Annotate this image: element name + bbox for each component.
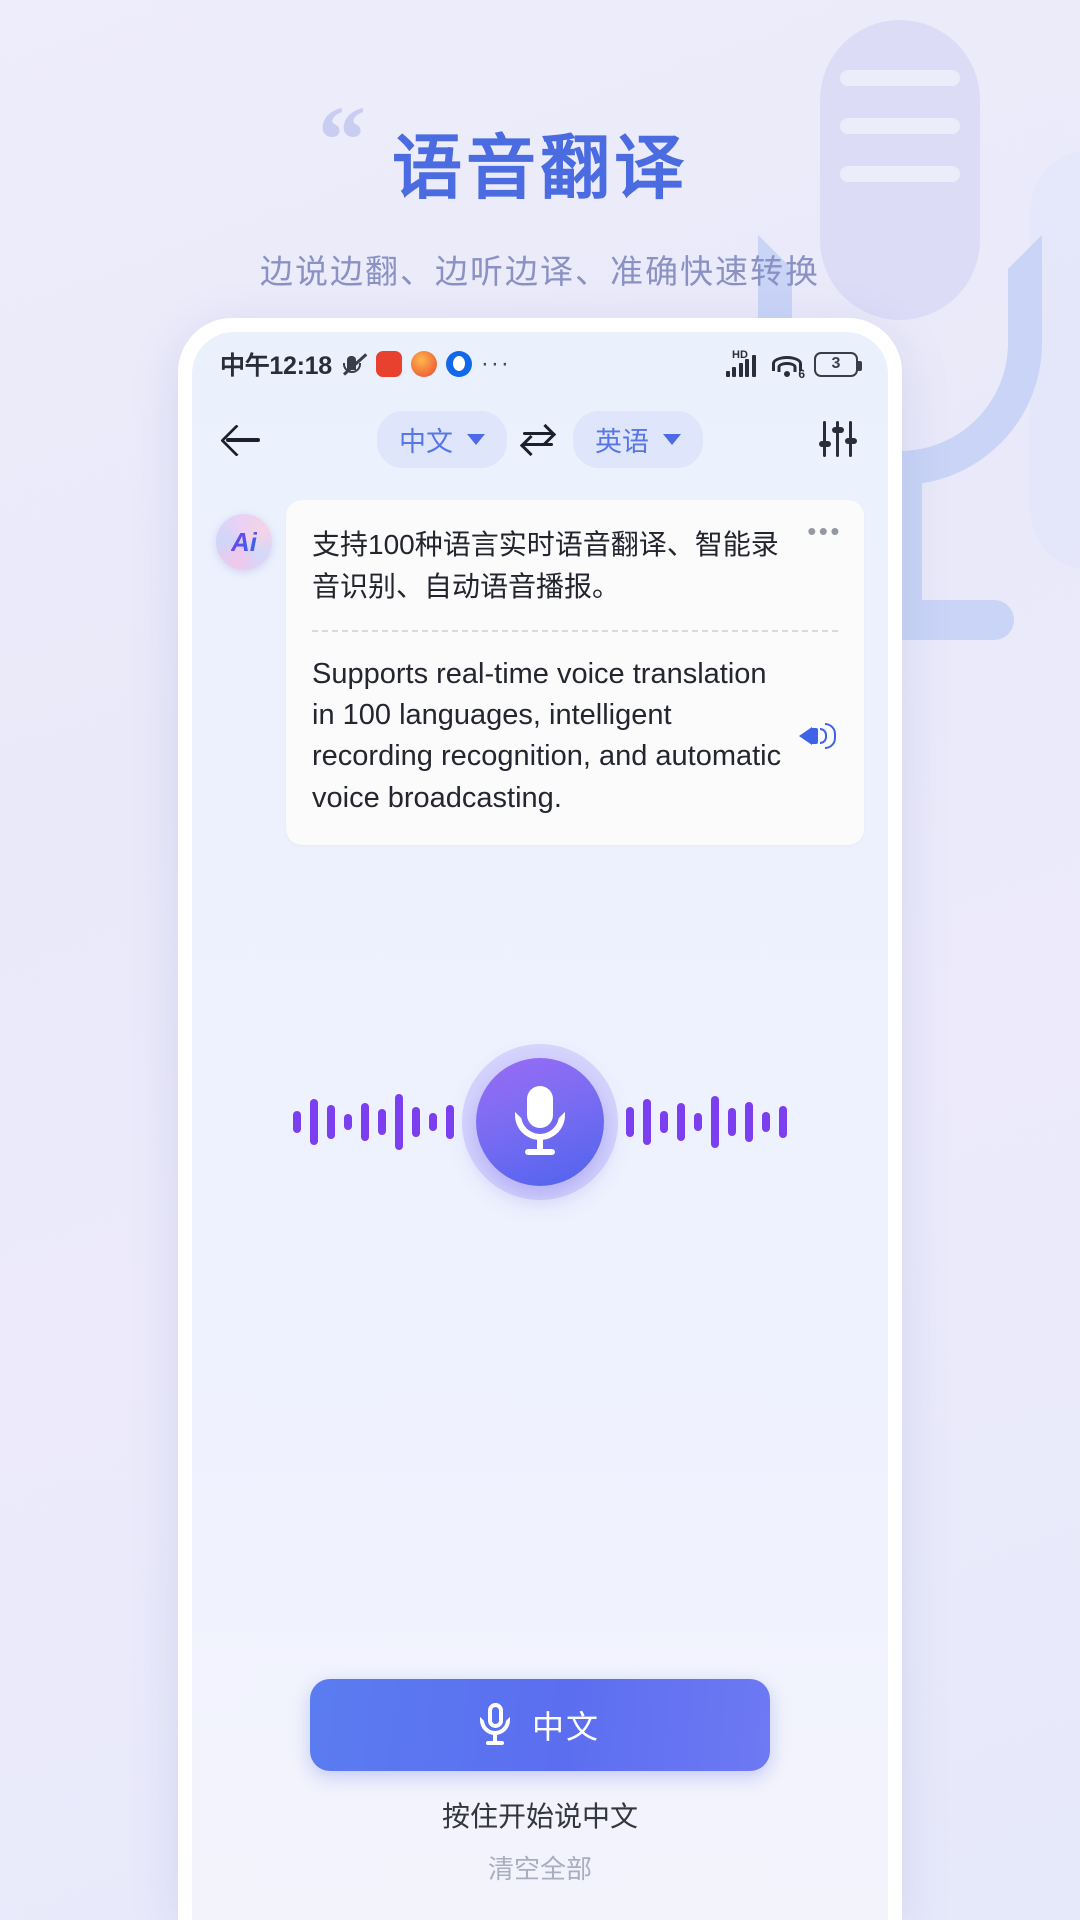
phone-screen: 中午12:18 ··· HD 6 3 中文 英语 Ai ••• 支持100种语言… [192,332,888,1920]
push-to-talk-label: 中文 [531,1709,600,1745]
status-bar: 中午12:18 ··· HD 6 3 [192,332,888,396]
app-icon-orange [410,351,437,377]
arrow-left-icon[interactable] [220,416,266,462]
avatar: Ai [216,514,272,570]
clear-all-button[interactable]: 清空全部 [192,1849,888,1886]
swap-horizontal-icon[interactable] [523,425,557,453]
mute-icon [341,351,367,377]
record-mic-button[interactable] [476,1058,604,1186]
chevron-down-icon [663,433,681,445]
wifi-icon: 6 [771,352,805,381]
waveform-bar [429,1113,437,1131]
translated-text: Supports real-time voice translation in … [312,658,782,814]
microphone-icon [479,1703,510,1747]
waveform-bar [762,1112,770,1132]
battery-icon: 3 [814,351,862,377]
waveform-bar [660,1111,668,1133]
waveform-bar [446,1105,454,1139]
waveform-bar [745,1102,753,1142]
sliders-icon[interactable] [818,419,858,459]
waveform-bar [779,1106,787,1138]
waveform-bar [412,1107,420,1137]
source-language-label: 中文 [399,426,453,457]
waveform-bar [361,1103,369,1141]
source-text: 支持100种语言实时语音翻译、智能录音识别、自动语音播报。 [312,529,779,602]
app-icon-blue [445,351,472,377]
push-to-talk-hint: 按住开始说中文 [441,1801,638,1832]
waveform-right [626,1077,787,1167]
waveform-bar [344,1114,352,1130]
page-title: 语音翻译 [392,129,688,207]
waveform-bar [310,1099,318,1145]
status-time: 中午12:18 [220,352,332,380]
waveform-bar [694,1113,702,1131]
avatar-label: Ai [231,526,257,557]
signal-icon: HD [726,349,760,377]
message-card[interactable]: ••• 支持100种语言实时语音翻译、智能录音识别、自动语音播报。 Suppor… [286,500,864,845]
conversation-area: Ai ••• 支持100种语言实时语音翻译、智能录音识别、自动语音播报。 Sup… [192,482,888,845]
battery-level: 3 [831,355,841,372]
chevron-down-icon [467,433,485,445]
waveform-bar [293,1111,301,1133]
wifi-generation-label: 6 [798,366,805,381]
waveform-bar [626,1107,634,1137]
language-selector: 中文 英语 [377,410,703,468]
waveform-bar [327,1105,335,1139]
app-icon-red [375,351,402,377]
waveform-left [293,1077,454,1167]
phone-mockup: 中午12:18 ··· HD 6 3 中文 英语 Ai ••• 支持100种语言… [178,318,902,1920]
microphone-icon [514,1086,566,1158]
target-language-dropdown[interactable]: 英语 [573,410,703,468]
push-to-talk-button[interactable]: 中文 [310,1679,770,1771]
waveform-bar [643,1099,651,1145]
target-language-label: 英语 [595,426,649,457]
recorder-row [192,1032,888,1212]
promo-header: “ 语音翻译 边说边翻、边听边译、准确快速转换 [0,0,1080,300]
more-options-icon[interactable]: ••• [807,518,842,544]
app-navbar: 中文 英语 [192,396,888,482]
waveform-bar [395,1094,403,1150]
source-language-dropdown[interactable]: 中文 [377,410,507,468]
waveform-bar [711,1096,719,1148]
page-subtitle: 边说边翻、边听边译、准确快速转换 [260,253,820,290]
status-overflow-icon: ··· [480,350,511,377]
waveform-bar [378,1109,386,1135]
bottom-bar: 中文 按住开始说中文 清空全部 [192,1679,888,1920]
divider [312,630,838,632]
waveform-bar [677,1103,685,1141]
waveform-bar [728,1108,736,1136]
speaker-icon[interactable] [796,715,838,757]
